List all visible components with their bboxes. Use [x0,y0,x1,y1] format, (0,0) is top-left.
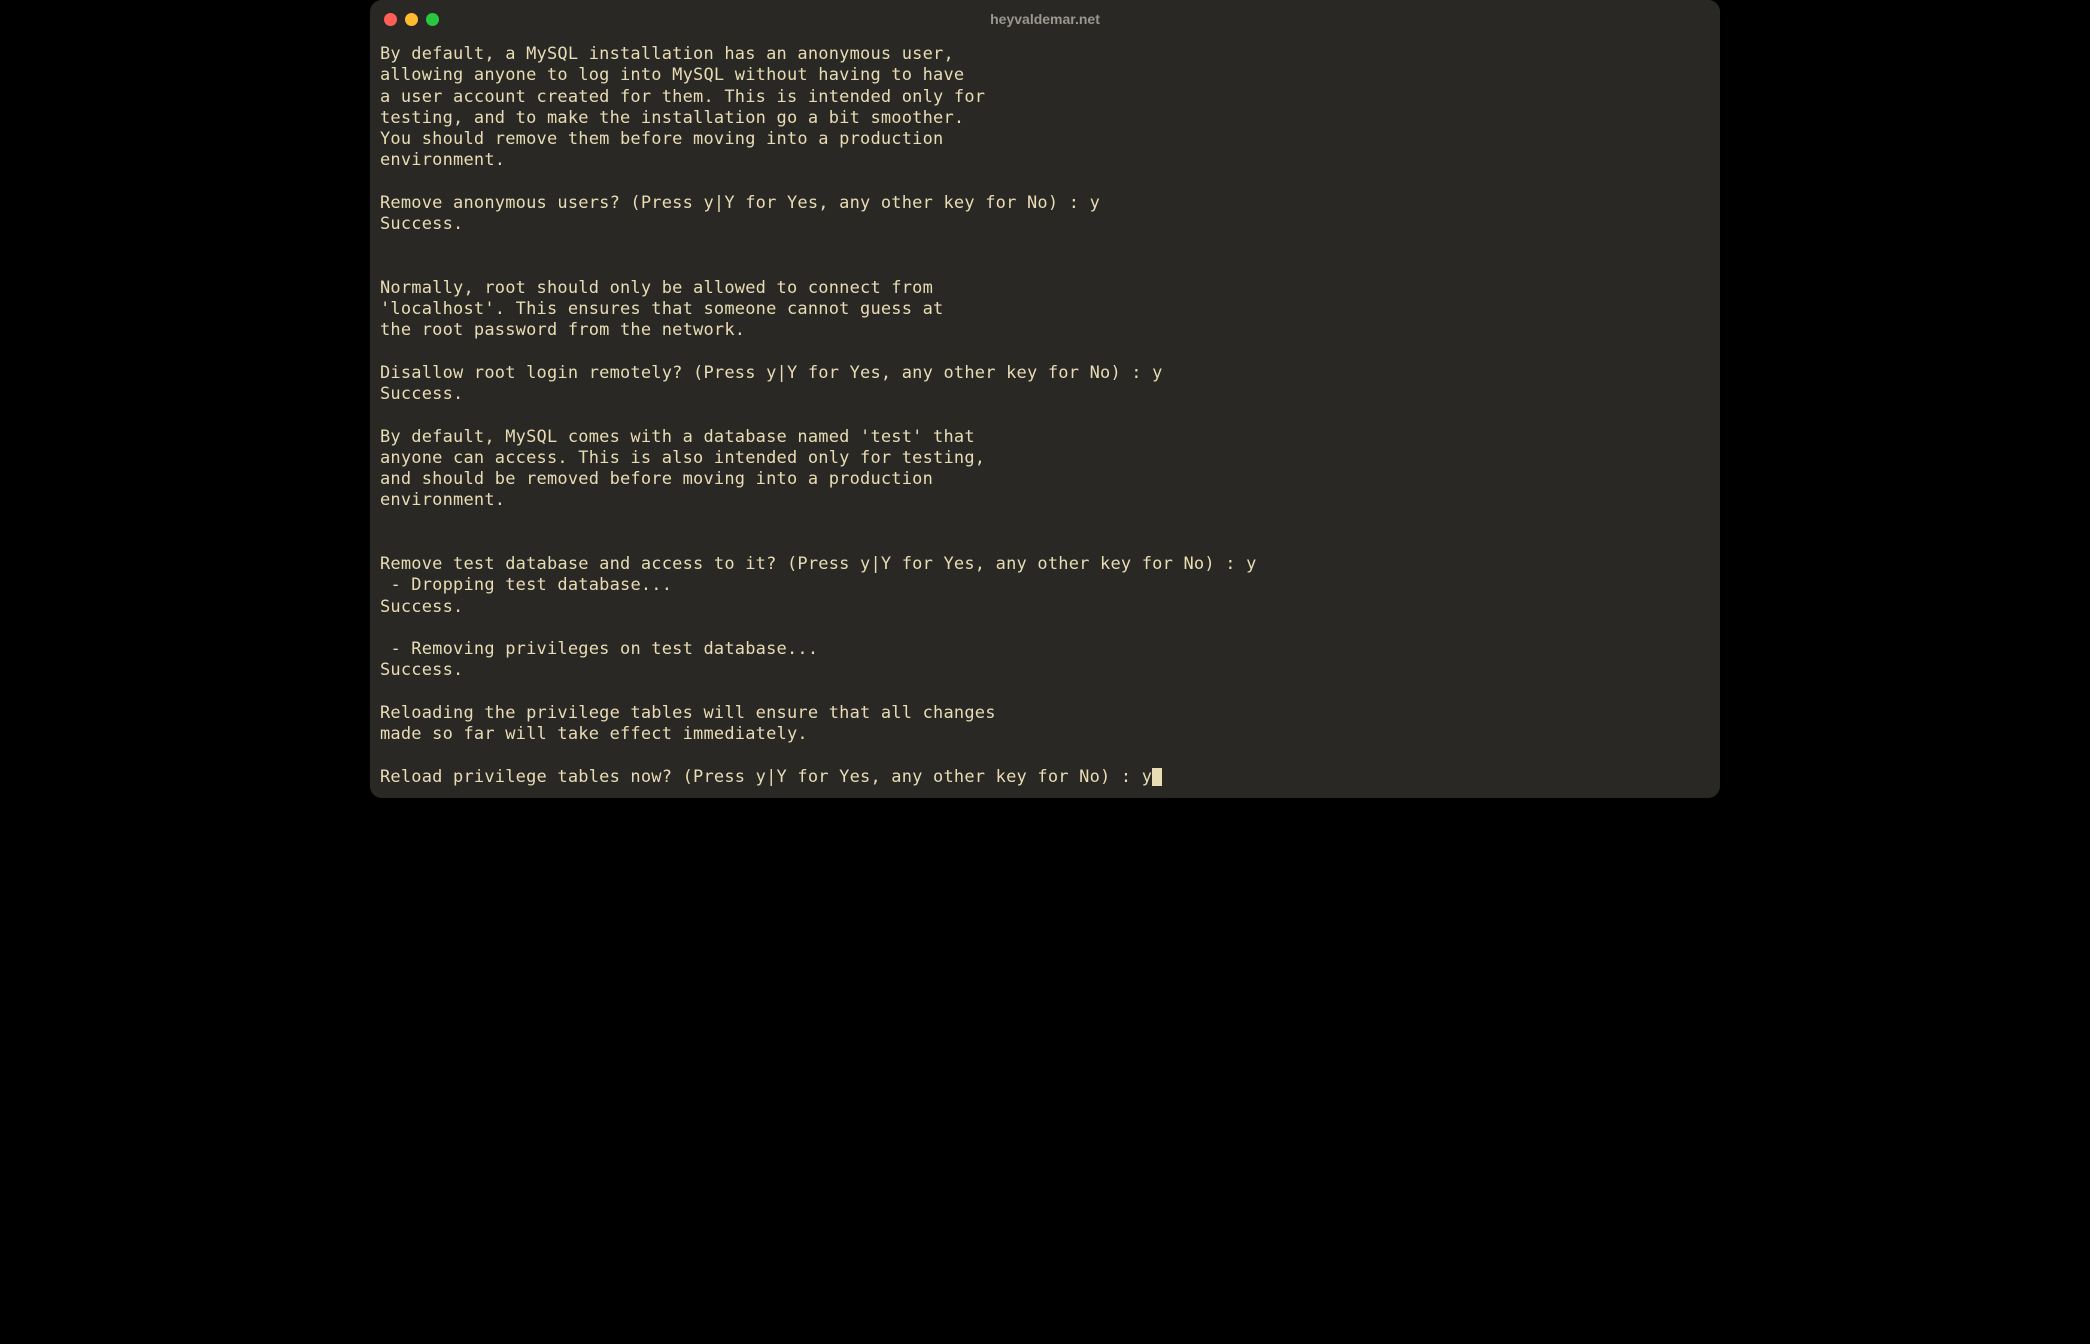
minimize-icon[interactable] [405,13,418,26]
terminal-window: heyvaldemar.net By default, a MySQL inst… [370,0,1720,798]
terminal-body[interactable]: By default, a MySQL installation has an … [370,38,1720,798]
terminal-output: By default, a MySQL installation has an … [380,44,1257,787]
title-bar: heyvaldemar.net [370,0,1720,38]
traffic-lights [384,13,439,26]
cursor-icon [1152,768,1162,786]
close-icon[interactable] [384,13,397,26]
maximize-icon[interactable] [426,13,439,26]
window-title: heyvaldemar.net [990,11,1100,27]
